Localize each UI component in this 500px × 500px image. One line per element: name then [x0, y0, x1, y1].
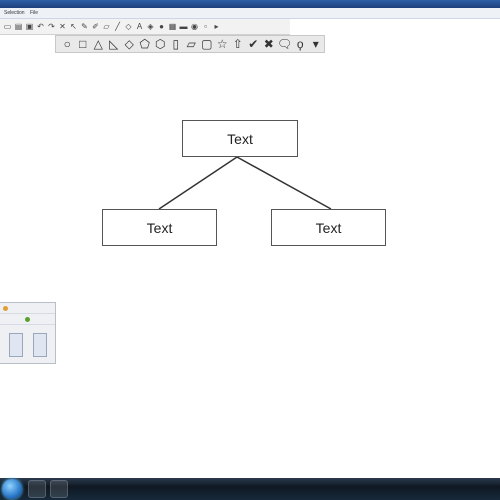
redo-icon[interactable]: ↷ — [47, 22, 56, 31]
connector-lines — [158, 156, 332, 210]
save-icon[interactable]: ▣ — [25, 22, 34, 31]
connector-root-left — [158, 156, 238, 210]
x-mark-shape-icon[interactable]: ✖ — [262, 37, 277, 51]
triangle-shape-icon[interactable]: △ — [91, 37, 106, 51]
diagram-node-right[interactable]: Text — [271, 209, 386, 246]
palette-status-row — [0, 314, 55, 325]
undo-icon[interactable]: ↶ — [36, 22, 45, 31]
speech-bubble-shape-icon[interactable]: 🗨 — [277, 37, 292, 51]
shape-icon[interactable]: ◇ — [124, 22, 133, 31]
palette-title-row[interactable] — [0, 303, 55, 314]
color-icon[interactable]: ● — [157, 22, 166, 31]
delete-icon[interactable]: ✕ — [58, 22, 67, 31]
line-icon[interactable]: ╱ — [113, 22, 122, 31]
checkmark-shape-icon[interactable]: ✔ — [246, 37, 261, 51]
more-shapes-icon[interactable]: ▾ — [309, 37, 324, 51]
diagram-node-right-text: Text — [315, 219, 342, 236]
arrow-up-shape-icon[interactable]: ⇧ — [231, 37, 246, 51]
start-button-icon[interactable] — [2, 479, 22, 499]
parallelogram-shape-icon[interactable]: ▱ — [184, 37, 199, 51]
hexagon-shape-icon[interactable]: ⬡ — [153, 37, 168, 51]
text-icon[interactable]: A — [135, 22, 144, 31]
palette-button-1[interactable] — [9, 333, 23, 357]
open-icon[interactable]: ▤ — [14, 22, 23, 31]
table-icon[interactable]: ▦ — [168, 22, 177, 31]
palette-button-2[interactable] — [33, 333, 47, 357]
eraser-icon[interactable]: ▱ — [102, 22, 111, 31]
diagram-node-root-text: Text — [227, 130, 253, 147]
camera-icon[interactable]: ▫ — [201, 22, 210, 31]
pen-icon[interactable]: ✎ — [80, 22, 89, 31]
menu-bar: Selection File — [0, 8, 500, 19]
frame-shape-icon[interactable]: ▢ — [200, 37, 215, 51]
floating-tool-palette[interactable] — [0, 302, 56, 364]
fill-icon[interactable]: ◈ — [146, 22, 155, 31]
window-title-bar[interactable] — [0, 0, 500, 8]
highlighter-icon[interactable]: ✐ — [91, 22, 100, 31]
diamond-shape-icon[interactable]: ◇ — [122, 37, 137, 51]
taskbar-app-1-icon[interactable] — [28, 480, 46, 498]
spotlight-icon[interactable]: ◉ — [190, 22, 199, 31]
square-shape-icon[interactable]: □ — [76, 37, 91, 51]
main-toolbar: ▭ ▤ ▣ ↶ ↷ ✕ ↖ ✎ ✐ ▱ ╱ ◇ A ◈ ● ▦ ▬ ◉ ▫ ▸ — [0, 19, 290, 35]
palette-warn-icon — [3, 305, 8, 311]
right-triangle-shape-icon[interactable]: ◺ — [107, 37, 122, 51]
cylinder-shape-icon[interactable]: ▯ — [169, 37, 184, 51]
diagram-node-root[interactable]: Text — [182, 120, 298, 157]
whiteboard-canvas[interactable]: Text Text Text — [0, 53, 500, 478]
diagram-node-left[interactable]: Text — [102, 209, 217, 246]
star-shape-icon[interactable]: ☆ — [215, 37, 230, 51]
taskbar-app-2-icon[interactable] — [50, 480, 68, 498]
pentagon-shape-icon[interactable]: ⬠ — [138, 37, 153, 51]
diagram-node-left-text: Text — [146, 219, 173, 236]
menu-item-file[interactable]: File — [30, 8, 38, 18]
new-page-icon[interactable]: ▭ — [3, 22, 12, 31]
circle-shape-icon[interactable]: ○ — [60, 37, 75, 51]
palette-status-icon — [25, 316, 30, 322]
shape-toolbar: ○ □ △ ◺ ◇ ⬠ ⬡ ▯ ▱ ▢ ☆ ⇧ ✔ ✖ 🗨 ϙ ▾ — [55, 35, 325, 53]
more-icon[interactable]: ▸ — [212, 22, 221, 31]
connector-root-right — [236, 156, 332, 210]
taskbar — [0, 478, 500, 500]
thought-bubble-shape-icon[interactable]: ϙ — [293, 37, 308, 51]
menu-item-selection[interactable]: Selection — [4, 8, 25, 18]
select-icon[interactable]: ↖ — [69, 22, 78, 31]
screen-shade-icon[interactable]: ▬ — [179, 22, 188, 31]
